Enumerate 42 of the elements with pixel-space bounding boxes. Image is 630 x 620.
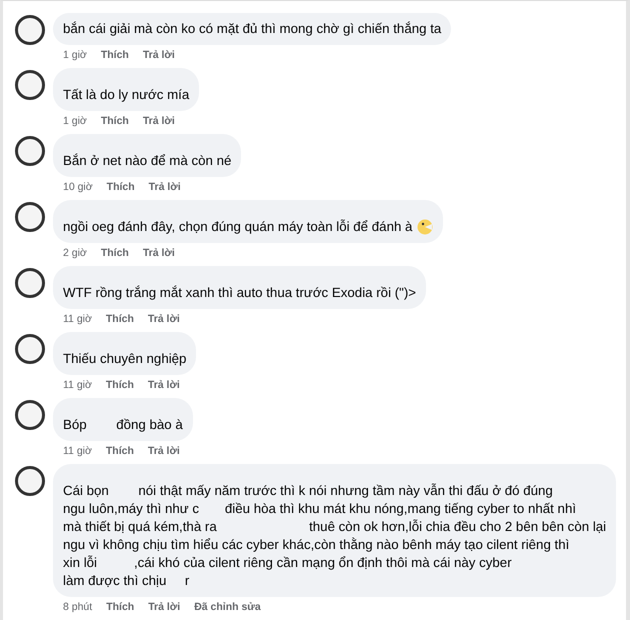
- reply-link[interactable]: Trả lời: [142, 48, 175, 62]
- comment-text: Cái bọn nói thật mấy năm trước thì k nói nhưng tầm này vẫn thi đấu ở đó đúng ngu luôn,máy thì như c điều hòa thì khu mát khu nóng,mang tiếng cyber to nhất nhì mà thiết bị quá kém,thà ra thuê còn ok hơn,lỗi chia đều cho 2 bên bên còn lại ngu vì không chịu tìm hiểu các cyber khác,còn thằng nào bênh máy tạo cilent riêng thì xin lỗi ,cái khó của cilent riêng cần mạng ổn định thôi mà cái này cyber làm được thì chịu r: [63, 482, 606, 590]
- comment-text: Bóp đồng bào à: [63, 416, 183, 434]
- like-link[interactable]: Thích: [100, 48, 129, 62]
- avatar[interactable]: [15, 202, 45, 232]
- comment-time[interactable]: 11 giờ: [63, 444, 92, 458]
- reply-link[interactable]: Trả lời: [142, 246, 175, 260]
- emoji-icon: [417, 219, 434, 235]
- avatar[interactable]: [15, 268, 45, 298]
- like-link[interactable]: Thích: [100, 246, 129, 260]
- edited-label: Đã chỉnh sửa: [194, 600, 261, 614]
- reply-link[interactable]: Trả lời: [148, 180, 181, 194]
- like-link[interactable]: Thích: [106, 600, 134, 614]
- reply-link[interactable]: Trả lời: [142, 114, 175, 128]
- comment-time[interactable]: 11 giờ: [63, 312, 92, 326]
- comment-time[interactable]: 1 giờ: [63, 114, 87, 128]
- like-link[interactable]: Thích: [106, 312, 134, 326]
- avatar[interactable]: [15, 15, 45, 45]
- comment-time[interactable]: 8 phút: [63, 600, 92, 614]
- comment-time[interactable]: 11 giờ: [63, 378, 92, 392]
- reply-link[interactable]: Trả lời: [148, 600, 180, 614]
- avatar[interactable]: [15, 70, 45, 100]
- avatar[interactable]: [15, 466, 45, 496]
- avatar[interactable]: [15, 400, 45, 430]
- comment-text: Tất là do ly nước mía: [63, 86, 190, 104]
- comment-time[interactable]: 10 giờ: [63, 180, 93, 194]
- comment-time[interactable]: 2 giờ: [63, 246, 87, 260]
- reply-link[interactable]: Trả lời: [148, 378, 180, 392]
- comment-text: WTF rồng trắng mắt xanh thì auto thua trước Exodia rồi (")>: [63, 284, 416, 302]
- like-link[interactable]: Thích: [106, 378, 134, 392]
- reply-link[interactable]: Trả lời: [148, 444, 180, 458]
- avatar[interactable]: [15, 136, 45, 166]
- comment-text: bắn cái giải mà còn ko có mặt đủ thì mong chờ gì chiến thắng ta: [63, 20, 442, 38]
- comment-text: Bắn ở net nào để mà còn né: [63, 152, 232, 170]
- comment-text: Thiếu chuyên nghiệp: [63, 350, 186, 368]
- comment-text: ngồi oeg đánh đây, chọn đúng quán máy toàn lỗi để đánh à: [63, 218, 412, 236]
- comment-time[interactable]: 1 giờ: [63, 48, 87, 62]
- avatar[interactable]: [15, 334, 45, 364]
- like-link[interactable]: Thích: [106, 180, 135, 194]
- reply-link[interactable]: Trả lời: [148, 312, 180, 326]
- like-link[interactable]: Thích: [100, 114, 129, 128]
- like-link[interactable]: Thích: [106, 444, 134, 458]
